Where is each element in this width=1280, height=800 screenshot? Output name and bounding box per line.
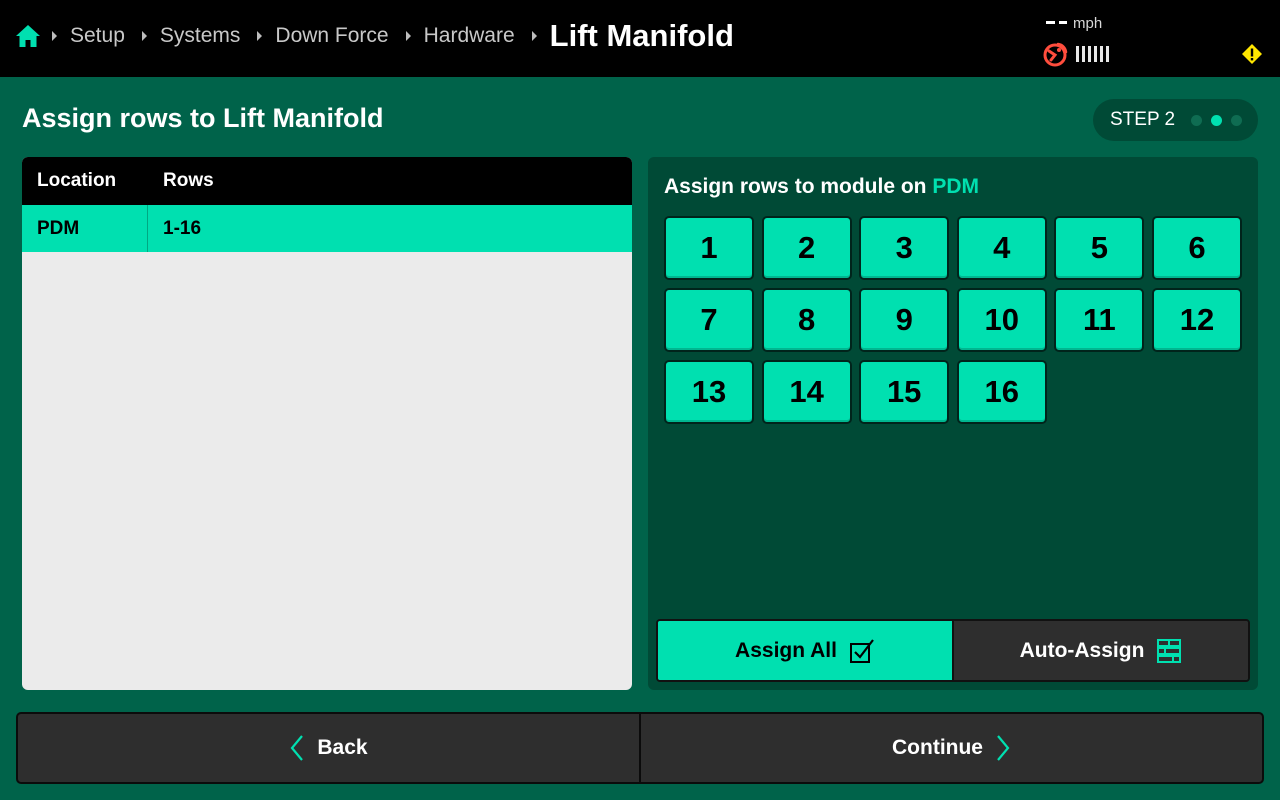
breadcrumb-systems[interactable]: Systems	[160, 24, 241, 48]
row-button-15[interactable]: 15	[859, 360, 950, 424]
back-button[interactable]: Back	[18, 714, 641, 782]
assign-panel: Assign rows to module on PDM 1 2 3 4 5 6…	[648, 157, 1258, 690]
step-dot-1	[1191, 114, 1203, 126]
bottom-navigation: Back Continue	[16, 712, 1264, 784]
speed-unit: mph	[1073, 15, 1103, 32]
auto-assign-grid-icon	[1156, 638, 1182, 664]
row-button-10[interactable]: 10	[956, 288, 1047, 352]
row-button-4[interactable]: 4	[956, 216, 1047, 280]
cell-rows: 1-16	[163, 217, 202, 239]
step-label: STEP 2	[1110, 109, 1176, 130]
signal-bars-icon	[1076, 46, 1109, 62]
row-button-14[interactable]: 14	[761, 360, 852, 424]
home-icon	[16, 25, 40, 47]
table-row[interactable]: PDM 1-16	[22, 205, 632, 252]
breadcrumb: Setup Systems Down Force Hardware Lift M…	[52, 0, 734, 72]
step-dot-3	[1231, 114, 1243, 126]
speed-value	[1046, 21, 1067, 25]
page-title: Assign rows to Lift Manifold	[22, 103, 384, 133]
assign-all-button[interactable]: Assign All	[658, 621, 954, 680]
assign-all-label: Assign All	[735, 638, 837, 662]
breadcrumb-separator-icon	[52, 31, 57, 41]
row-button-1[interactable]: 1	[664, 216, 754, 280]
gps-icon[interactable]	[1043, 41, 1069, 67]
column-header-rows: Rows	[163, 170, 214, 191]
breadcrumb-separator-icon	[405, 31, 411, 41]
row-button-11[interactable]: 11	[1054, 288, 1145, 352]
row-button-6[interactable]: 6	[1151, 216, 1242, 280]
cell-location: PDM	[22, 205, 148, 252]
row-button-grid: 1 2 3 4 5 6 7 8 9 10 11 12 13 14 15 16	[664, 216, 1244, 424]
row-button-2[interactable]: 2	[761, 216, 852, 280]
warning-icon[interactable]	[1241, 43, 1263, 65]
auto-assign-button[interactable]: Auto-Assign	[954, 621, 1248, 680]
row-button-9[interactable]: 9	[859, 288, 950, 352]
breadcrumb-hardware[interactable]: Hardware	[424, 24, 515, 48]
row-button-3[interactable]: 3	[859, 216, 950, 280]
top-bar: Setup Systems Down Force Hardware Lift M…	[0, 0, 1280, 77]
row-button-13[interactable]: 13	[664, 360, 754, 424]
breadcrumb-separator-icon	[257, 31, 263, 41]
row-button-12[interactable]: 12	[1151, 288, 1242, 352]
assign-title-prefix: Assign rows to module on	[664, 175, 927, 198]
step-dot-2-active	[1211, 114, 1223, 126]
auto-assign-label: Auto-Assign	[1019, 638, 1145, 662]
breadcrumb-separator-icon	[531, 31, 537, 41]
row-button-5[interactable]: 5	[1054, 216, 1145, 280]
page-heading-current: Lift Manifold	[549, 18, 734, 53]
assign-title-module: PDM	[932, 175, 980, 198]
row-button-16[interactable]: 16	[956, 360, 1047, 424]
step-indicator: STEP 2	[1093, 99, 1258, 141]
table-header: Location Rows	[22, 157, 632, 205]
chevron-left-icon	[289, 734, 305, 762]
location-table: Location Rows PDM 1-16	[22, 157, 632, 690]
continue-label: Continue	[892, 736, 983, 759]
row-button-7[interactable]: 7	[664, 288, 754, 352]
breadcrumb-separator-icon	[141, 31, 147, 41]
back-label: Back	[317, 736, 368, 759]
assign-panel-title: Assign rows to module on PDM	[664, 175, 979, 199]
checkbox-check-icon	[849, 638, 875, 664]
row-button-8[interactable]: 8	[761, 288, 852, 352]
breadcrumb-down-force[interactable]: Down Force	[275, 24, 388, 48]
continue-button[interactable]: Continue	[641, 714, 1262, 782]
assign-actions: Assign All Auto-Assign	[656, 619, 1250, 682]
home-button[interactable]	[14, 22, 42, 50]
chevron-right-icon	[995, 734, 1011, 762]
column-header-location: Location	[37, 170, 117, 191]
breadcrumb-setup[interactable]: Setup	[70, 24, 125, 48]
